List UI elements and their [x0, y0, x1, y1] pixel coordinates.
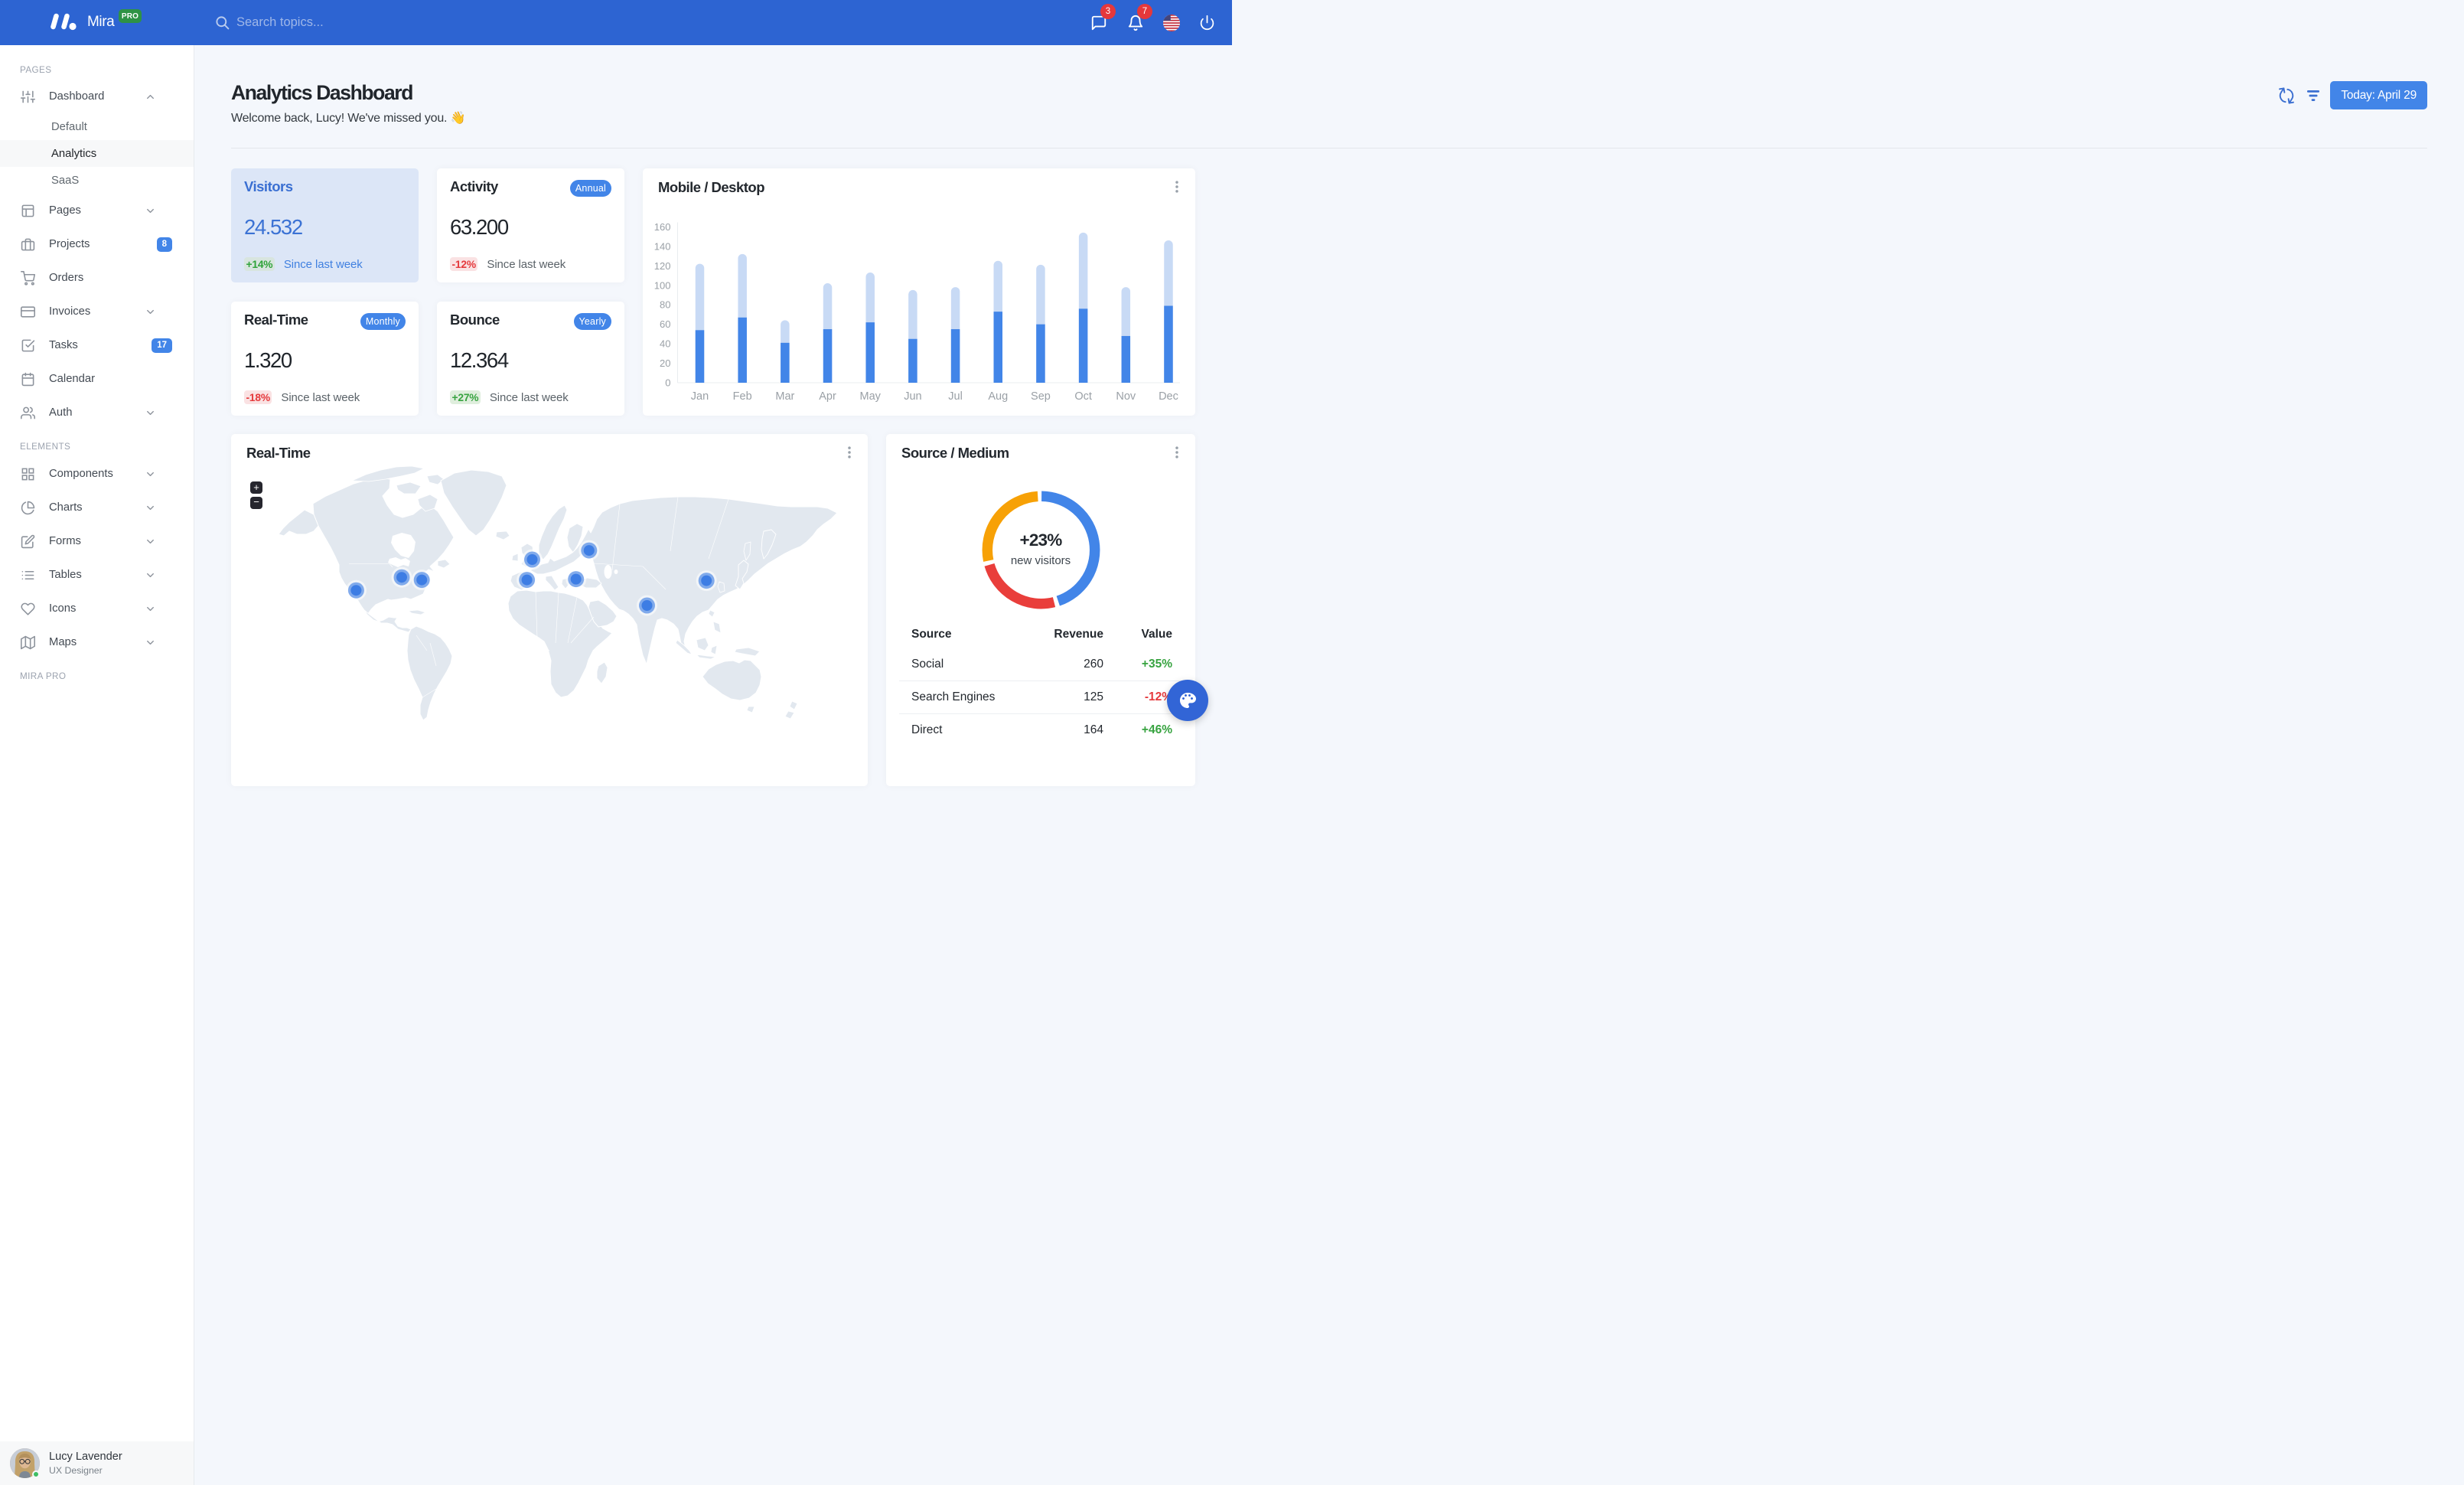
svg-text:40: 40 — [660, 338, 670, 350]
svg-text:60: 60 — [660, 318, 670, 330]
svg-text:Apr: Apr — [819, 390, 836, 403]
svg-text:160: 160 — [654, 221, 671, 233]
svg-text:0: 0 — [665, 377, 670, 389]
svg-text:100: 100 — [654, 279, 671, 291]
svg-text:120: 120 — [654, 260, 671, 272]
svg-text:80: 80 — [660, 299, 670, 311]
svg-text:Nov: Nov — [1116, 390, 1136, 403]
svg-text:Jan: Jan — [691, 390, 709, 403]
svg-text:Mar: Mar — [775, 390, 794, 403]
svg-text:Dec: Dec — [1159, 390, 1178, 403]
svg-text:140: 140 — [654, 240, 671, 252]
svg-text:Jun: Jun — [904, 390, 921, 403]
svg-text:Aug: Aug — [988, 390, 1008, 403]
svg-text:Sep: Sep — [1031, 390, 1051, 403]
svg-text:Jul: Jul — [948, 390, 963, 403]
svg-text:Oct: Oct — [1074, 390, 1092, 403]
svg-text:20: 20 — [660, 357, 670, 369]
svg-text:May: May — [860, 390, 882, 403]
svg-text:Feb: Feb — [733, 390, 752, 403]
